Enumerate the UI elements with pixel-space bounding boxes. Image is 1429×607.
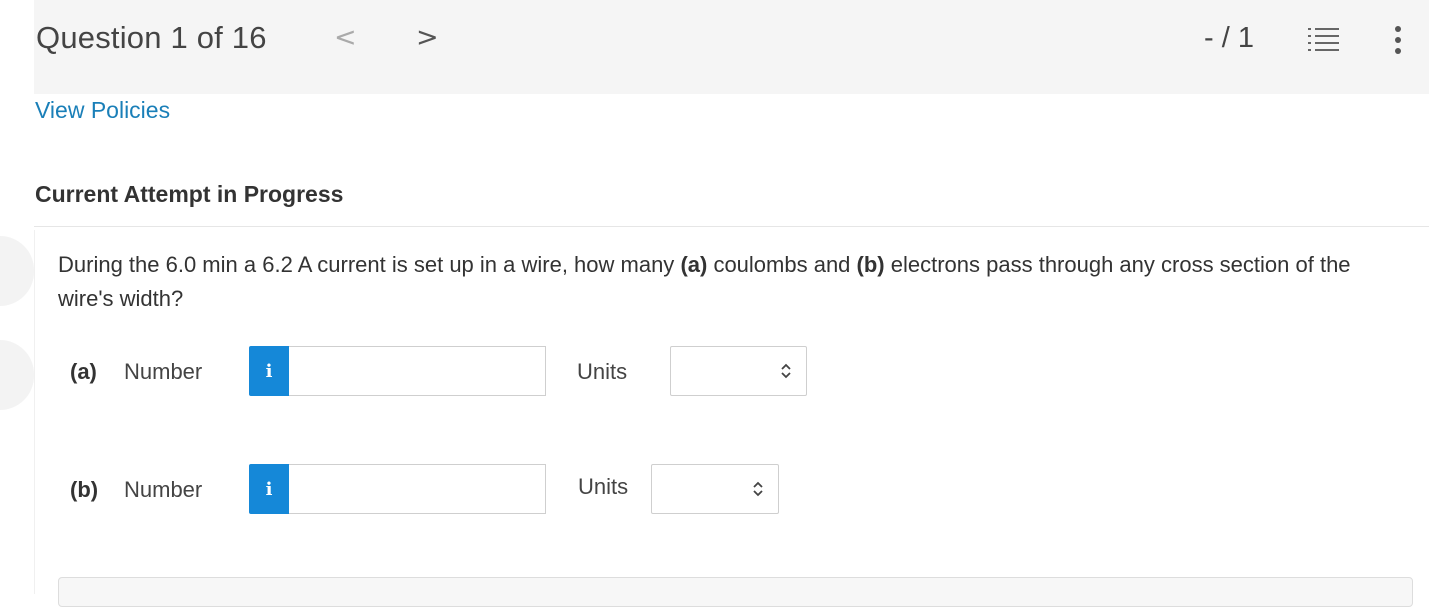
select-caret-icon	[753, 481, 763, 497]
question-part-b-marker: (b)	[856, 252, 885, 277]
part-b-number-input[interactable]	[289, 464, 546, 514]
left-edge	[0, 0, 34, 594]
question-part-a-marker: (a)	[680, 252, 708, 277]
part-b-units-select[interactable]	[651, 464, 779, 514]
question-header: Question 1 of 16 < > - / 1	[34, 0, 1429, 94]
view-policies-link[interactable]: View Policies	[35, 97, 170, 124]
more-vertical-icon[interactable]	[1390, 24, 1406, 56]
info-icon[interactable]: i	[249, 346, 289, 396]
list-icon[interactable]	[1308, 26, 1340, 54]
edge-blob	[0, 236, 34, 306]
part-a-units-select[interactable]	[670, 346, 807, 396]
part-a-units-label: Units	[577, 359, 628, 384]
part-a-label: (a)	[70, 359, 97, 384]
chevron-right-icon[interactable]: >	[416, 22, 439, 53]
attempt-status: Current Attempt in Progress	[35, 181, 344, 207]
part-b-number-label: Number	[124, 477, 203, 502]
info-icon[interactable]: i	[249, 464, 289, 514]
question-text-segment: During the 6.0 min a 6.2 A current is se…	[58, 252, 681, 277]
bottom-panel	[58, 577, 1413, 607]
chevron-left-icon[interactable]: <	[334, 22, 357, 53]
edge-blob	[0, 340, 34, 410]
part-a-number-label: Number	[124, 359, 203, 384]
part-b-label: (b)	[70, 477, 99, 502]
score-display: - / 1	[1204, 22, 1254, 54]
question-text: During the 6.0 min a 6.2 A current is se…	[58, 248, 1408, 316]
divider	[34, 226, 1429, 227]
part-b-units-label: Units	[578, 474, 629, 499]
question-text-segment: coulombs and	[707, 252, 857, 277]
select-caret-icon	[781, 363, 791, 379]
question-counter: Question 1 of 16	[36, 20, 267, 55]
part-a-number-input[interactable]	[289, 346, 546, 396]
